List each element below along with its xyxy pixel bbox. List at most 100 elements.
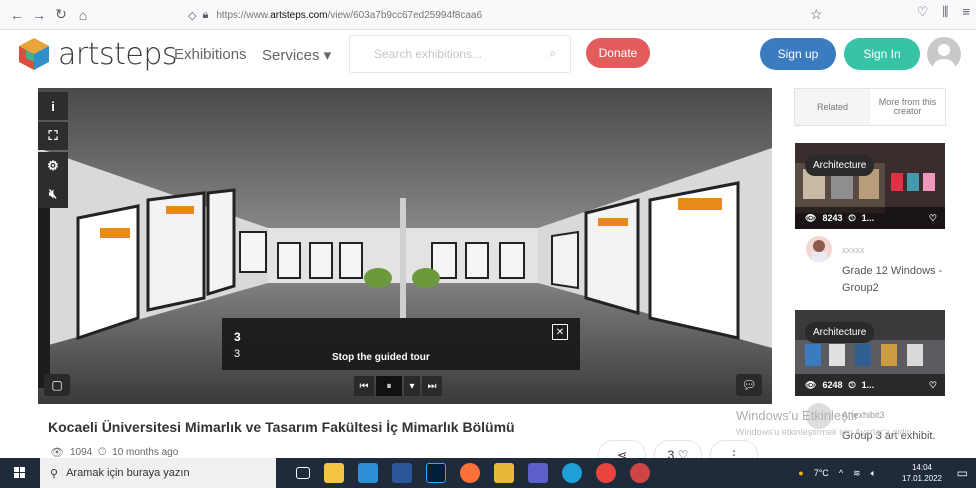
volume-icon[interactable]: 🔈︎ xyxy=(871,468,876,479)
url-path: /view/603a7b9cc67ed25994f8caa6 xyxy=(327,9,483,21)
card-creator-name[interactable]: xxxxx xyxy=(842,245,865,255)
search-icon[interactable]: ⌕ xyxy=(549,46,556,61)
search-placeholder: Search exhibitions... xyxy=(374,47,483,61)
bookmark-star-icon[interactable]: ☆ xyxy=(810,6,823,23)
taskbar-apps xyxy=(296,463,650,483)
system-tray: ● 7°C ^ ≋ 🔈︎ xyxy=(798,458,876,488)
tour-dropdown-icon[interactable]: ▾ xyxy=(404,376,420,396)
heart-icon[interactable]: ♡ xyxy=(929,213,937,224)
chrome-icon[interactable] xyxy=(596,463,616,483)
map-view-icon[interactable]: ▢ xyxy=(44,374,70,396)
clock-icon: 🕓︎ xyxy=(98,447,107,458)
views-count: 1094 xyxy=(69,447,93,458)
word-icon[interactable] xyxy=(392,463,412,483)
previous-step-icon[interactable]: ⏮ xyxy=(354,376,374,396)
forward-icon[interactable]: → xyxy=(28,4,50,26)
taskbar-search-input[interactable]: ⚲ Aramak için buraya yazın xyxy=(40,458,276,488)
tray-chevron-icon[interactable]: ^ xyxy=(839,468,843,478)
url-prefix: https://www. xyxy=(216,9,271,21)
creator-avatar[interactable] xyxy=(806,236,832,262)
tour-step-title: 3 xyxy=(234,330,241,344)
file-explorer-icon[interactable] xyxy=(324,463,344,483)
clock-icon: 🕓︎ xyxy=(848,379,856,390)
card-more: 1... xyxy=(861,213,875,223)
windows-start-icon[interactable] xyxy=(0,458,40,488)
exhibition-title: Kocaeli Üniversitesi Mimarlık ve Tasarım… xyxy=(48,419,515,435)
settings-gear-icon[interactable]: ⚙ xyxy=(38,152,68,180)
firefox-icon[interactable] xyxy=(460,463,480,483)
weather-icon: ● xyxy=(798,468,804,478)
posted-time: 10 months ago xyxy=(112,447,179,458)
sign-up-button[interactable]: Sign up xyxy=(760,38,836,70)
app-icon[interactable] xyxy=(358,463,378,483)
nav-exhibitions[interactable]: Exhibitions xyxy=(174,46,247,63)
teams-icon[interactable] xyxy=(528,463,548,483)
network-icon[interactable]: ≋ xyxy=(853,468,861,479)
tab-related[interactable]: Related xyxy=(795,89,870,125)
views-eye-icon: 👁︎ xyxy=(805,379,817,390)
reload-icon[interactable]: ↻ xyxy=(50,4,72,26)
home-icon[interactable]: ⌂ xyxy=(72,4,94,26)
search-input[interactable]: Search exhibitions... ⌕ xyxy=(349,35,571,73)
tour-close-icon[interactable]: ✕ xyxy=(552,324,568,340)
logo-text: artsteps xyxy=(58,36,178,72)
stop-guided-tour-label: Stop the guided tour xyxy=(332,352,430,363)
back-icon[interactable]: ← xyxy=(6,4,28,26)
user-avatar-icon[interactable] xyxy=(927,37,961,71)
site-header: artsteps Exhibitions Services ▾ Search e… xyxy=(0,30,976,80)
address-bar[interactable]: ◇ 🔒︎ https://www. artsteps.com/view/603a7… xyxy=(188,4,848,26)
card-views: 6248 xyxy=(822,380,843,390)
artsteps-logo[interactable]: artsteps xyxy=(16,36,178,72)
app-icon[interactable] xyxy=(494,463,514,483)
chat-icon[interactable]: 💬︎ xyxy=(736,374,762,396)
windows-taskbar: ⚲ Aramak için buraya yazın ● 7°C ^ ≋ 🔈︎ … xyxy=(0,458,976,488)
shield-icon: ◇ xyxy=(188,9,197,22)
sign-in-button[interactable]: Sign In xyxy=(844,38,920,70)
photoshop-icon[interactable] xyxy=(426,463,446,483)
notification-icon[interactable]: ▭ xyxy=(957,466,968,480)
app-icon[interactable] xyxy=(630,463,650,483)
url-host: artsteps.com xyxy=(270,9,328,21)
tour-step-text: 3 xyxy=(234,348,241,360)
exhibition-3d-viewer[interactable]: i ⛶ ⚙ 🔇︎ 3 3 ✕ Stop the guided tour ⏮ ⏸ … xyxy=(38,88,772,404)
taskbar-search-text: Aramak için buraya yazın xyxy=(66,467,190,479)
task-view-icon[interactable] xyxy=(296,467,310,479)
views-eye-icon: 👁︎ xyxy=(805,212,817,223)
next-step-icon[interactable]: ⏭ xyxy=(422,376,442,396)
browser-toolbar: ← → ↻ ⌂ ◇ 🔒︎ https://www. artsteps.com/vi… xyxy=(0,0,976,30)
related-card-1[interactable]: Architecture 👁︎ 8243 🕓︎ 1... ♡ xyxy=(795,143,945,229)
pause-icon[interactable]: ⏸ xyxy=(376,376,402,396)
windows-activation-title: Windows'u Etkinleştir xyxy=(736,408,859,423)
taskbar-clock[interactable]: 14:04 17.01.2022 xyxy=(902,462,942,484)
nav-services[interactable]: Services ▾ xyxy=(262,46,331,64)
card-category-badge: Architecture xyxy=(805,155,875,176)
lock-icon: 🔒︎ xyxy=(202,8,209,21)
sidebar-tabs: Related More from this creator xyxy=(794,88,946,126)
guided-tour-panel: 3 3 ✕ Stop the guided tour xyxy=(222,318,580,370)
related-card-2[interactable]: Architecture 👁︎ 6248 🕓︎ 1... ♡ xyxy=(795,310,945,396)
pocket-icon[interactable]: ♡ xyxy=(917,4,929,20)
info-icon[interactable]: i xyxy=(38,92,68,120)
tour-controls: ⏮ ⏸ ▾ ⏭ xyxy=(354,376,442,396)
search-icon: ⚲ xyxy=(50,467,59,480)
menu-icon[interactable]: ≡ xyxy=(962,4,970,20)
card-more: 1... xyxy=(861,380,875,390)
library-icon[interactable]: ⫼ xyxy=(942,4,948,20)
edge-icon[interactable] xyxy=(562,463,582,483)
fullscreen-icon[interactable]: ⛶ xyxy=(38,122,68,150)
donate-button[interactable]: Donate xyxy=(586,38,650,68)
card-stats: 👁︎ 8243 🕓︎ 1... ♡ xyxy=(795,207,945,229)
temperature: 7°C xyxy=(813,468,829,478)
clock-time: 14:04 xyxy=(911,463,932,472)
mute-icon[interactable]: 🔇︎ xyxy=(38,180,68,208)
clock-icon: 🕓︎ xyxy=(848,212,856,223)
heart-icon[interactable]: ♡ xyxy=(929,380,937,391)
windows-activation-text: Windows'u etkinleştirmek için Ayarlar'a … xyxy=(736,427,914,437)
card-category-badge: Architecture xyxy=(805,322,875,343)
clock-date: 17.01.2022 xyxy=(901,474,942,483)
logo-cube-icon xyxy=(19,38,49,70)
tab-more-from-creator[interactable]: More from this creator xyxy=(870,89,945,125)
card-stats: 👁︎ 6248 🕓︎ 1... ♡ xyxy=(795,374,945,396)
card-views: 8243 xyxy=(822,213,843,223)
card-title[interactable]: Grade 12 Windows - Group2 xyxy=(842,263,952,297)
